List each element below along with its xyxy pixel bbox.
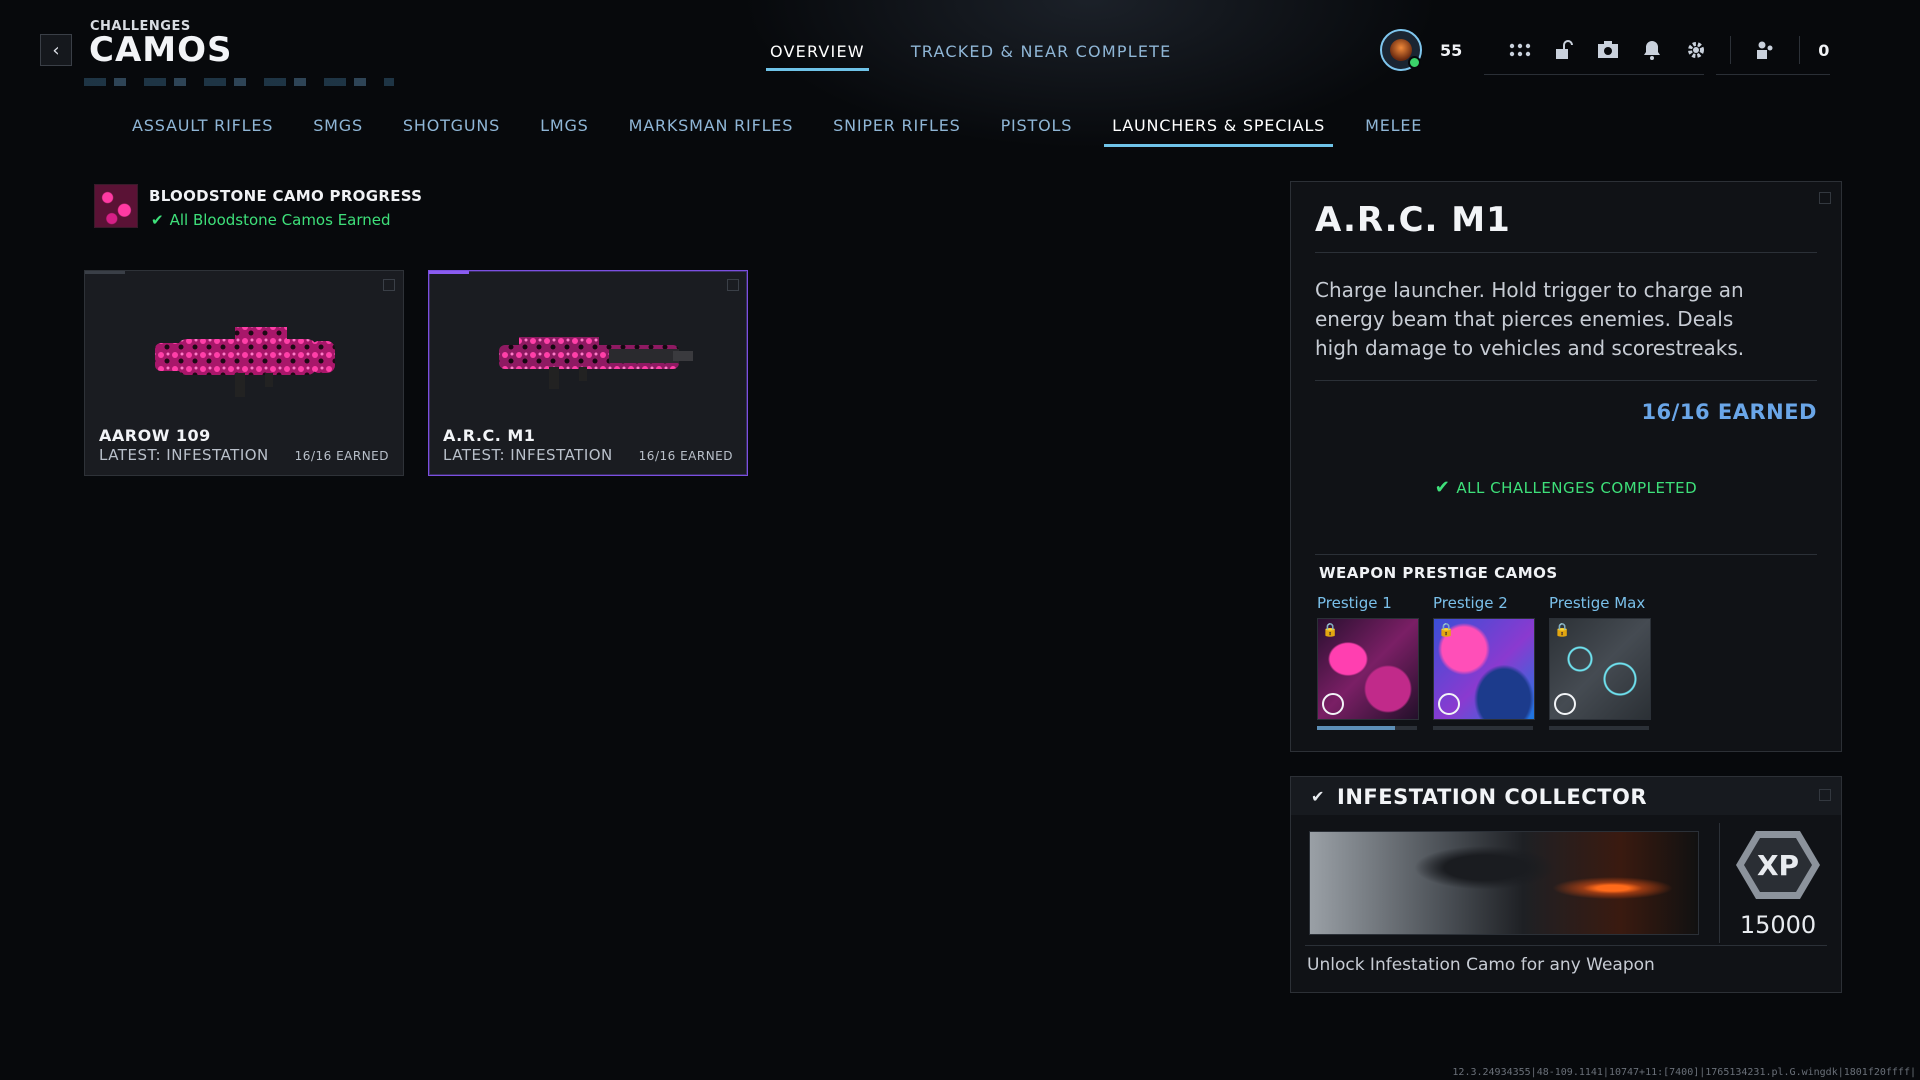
hud-divider	[1799, 36, 1801, 64]
prestige-progress-fill	[1317, 726, 1395, 730]
build-info: 12.3.24934355|48-109.1141|10747+11:[7400…	[1452, 1067, 1916, 1078]
prestige-camo-item[interactable]: Prestige 2 🔒	[1433, 594, 1535, 730]
prestige-badge-icon	[1554, 693, 1576, 715]
bloodstone-camo-icon	[94, 184, 138, 228]
card-corner-icon	[383, 279, 395, 291]
weapon-detail-panel: A.R.C. M1 Charge launcher. Hold trigger …	[1290, 181, 1842, 752]
checkmark-icon: ✔	[1434, 477, 1451, 498]
divider	[1315, 554, 1817, 555]
title-glitch-decoration	[84, 78, 394, 86]
player-hud: 55 0	[1380, 28, 1829, 72]
avatar[interactable]	[1380, 29, 1422, 71]
card-accent-bar	[85, 271, 125, 274]
xp-label: XP	[1757, 849, 1799, 882]
prestige-camo-label: Prestige Max	[1549, 594, 1646, 612]
divider	[1305, 945, 1827, 946]
prestige-camo-thumbnail: 🔒	[1549, 618, 1651, 720]
card-accent-bar	[429, 271, 469, 274]
camera-icon[interactable]	[1596, 38, 1620, 62]
online-status-icon	[1408, 56, 1421, 69]
lock-icon: 🔒	[1438, 623, 1455, 638]
tab-sniper-rifles[interactable]: SNIPER RIFLES	[823, 112, 970, 147]
tab-tracked-near-complete[interactable]: TRACKED & NEAR COMPLETE	[901, 38, 1182, 71]
hud-divider	[1730, 36, 1732, 64]
grid-menu-icon[interactable]	[1508, 38, 1532, 62]
top-tabs: OVERVIEW TRACKED & NEAR COMPLETE	[760, 38, 1181, 71]
infestation-camo-preview	[1309, 831, 1699, 935]
tab-lmgs[interactable]: LMGS	[530, 112, 598, 147]
camo-progress-status: ✔ All Bloodstone Camos Earned	[151, 211, 391, 229]
xp-badge-icon: XP	[1736, 831, 1820, 899]
divider	[1719, 823, 1720, 943]
camo-progress-status-text: All Bloodstone Camos Earned	[169, 211, 391, 229]
tab-melee[interactable]: MELEE	[1355, 112, 1432, 147]
prestige-progress-bar	[1433, 726, 1533, 730]
tab-marksman-rifles[interactable]: MARKSMAN RIFLES	[619, 112, 804, 147]
prestige-camo-list: Prestige 1 🔒 Prestige 2 🔒 Prestige Max 🔒	[1317, 594, 1651, 730]
weapon-card-aarow-109[interactable]: AAROW 109 LATEST: INFESTATION 16/16 EARN…	[84, 270, 404, 476]
launcher-weapon-image	[155, 327, 335, 397]
tab-launchers-specials[interactable]: LAUNCHERS & SPECIALS	[1102, 112, 1335, 147]
weapon-card-arc-m1[interactable]: A.R.C. M1 LATEST: INFESTATION 16/16 EARN…	[428, 270, 748, 476]
panel-corner-icon	[1819, 192, 1831, 204]
tab-smgs[interactable]: SMGS	[303, 112, 373, 147]
currency-count: 0	[1818, 40, 1830, 60]
weapon-detail-title: A.R.C. M1	[1315, 200, 1511, 240]
page-title: CAMOS	[89, 30, 233, 70]
challenges-completed: ✔ ALL CHALLENGES COMPLETED	[1291, 477, 1841, 498]
collector-description: Unlock Infestation Camo for any Weapon	[1307, 955, 1655, 975]
collector-header: ✔ INFESTATION COLLECTOR	[1291, 777, 1841, 815]
prestige-camo-thumbnail: 🔒	[1433, 618, 1535, 720]
collector-challenge-panel[interactable]: ✔ INFESTATION COLLECTOR XP 15000 Unlock …	[1290, 776, 1842, 993]
camo-progress-title: BLOODSTONE CAMO PROGRESS	[149, 187, 423, 205]
lock-icon: 🔒	[1322, 623, 1339, 638]
prestige-progress-bar	[1317, 726, 1417, 730]
card-corner-icon	[727, 279, 739, 291]
prestige-progress-bar	[1549, 726, 1649, 730]
weapon-name: A.R.C. M1	[443, 426, 536, 445]
checkmark-icon: ✔	[1311, 787, 1325, 806]
weapon-latest-camo: LATEST: INFESTATION	[99, 446, 269, 464]
prestige-camos-header: WEAPON PRESTIGE CAMOS	[1319, 564, 1558, 582]
divider	[1315, 252, 1817, 253]
launcher-weapon-image	[499, 337, 693, 389]
chevron-left-icon: ‹	[52, 39, 60, 61]
category-tabs: ASSAULT RIFLES SMGS SHOTGUNS LMGS MARKSM…	[122, 112, 1452, 147]
panel-corner-icon	[1819, 789, 1831, 801]
tab-overview[interactable]: OVERVIEW	[760, 38, 875, 71]
xp-reward-value: 15000	[1739, 911, 1817, 939]
unlock-icon[interactable]	[1552, 38, 1576, 62]
divider	[1315, 380, 1817, 381]
back-button[interactable]: ‹	[40, 34, 72, 66]
prestige-badge-icon	[1438, 693, 1460, 715]
gear-icon[interactable]	[1684, 38, 1708, 62]
collector-title: INFESTATION COLLECTOR	[1337, 785, 1648, 809]
lock-icon: 🔒	[1554, 623, 1571, 638]
prestige-camo-thumbnail: 🔒	[1317, 618, 1419, 720]
prestige-badge-icon	[1322, 693, 1344, 715]
weapon-earned-count: 16/16 EARNED	[294, 449, 389, 463]
prestige-camo-label: Prestige 1	[1317, 594, 1392, 612]
tab-pistols[interactable]: PISTOLS	[991, 112, 1083, 147]
player-level: 55	[1440, 40, 1463, 60]
hud-underline	[1716, 74, 1830, 75]
challenges-completed-text: ALL CHALLENGES COMPLETED	[1456, 479, 1698, 497]
weapon-name: AAROW 109	[99, 426, 211, 445]
tab-shotguns[interactable]: SHOTGUNS	[393, 112, 510, 147]
weapon-earned-total: 16/16 EARNED	[1641, 400, 1817, 424]
checkmark-icon: ✔	[151, 211, 164, 229]
social-icon[interactable]	[1753, 38, 1777, 62]
prestige-camo-item[interactable]: Prestige 1 🔒	[1317, 594, 1419, 730]
weapon-description: Charge launcher. Hold trigger to charge …	[1315, 278, 1745, 360]
prestige-camo-item[interactable]: Prestige Max 🔒	[1549, 594, 1651, 730]
weapon-earned-count: 16/16 EARNED	[638, 449, 733, 463]
weapon-latest-camo: LATEST: INFESTATION	[443, 446, 613, 464]
prestige-camo-label: Prestige 2	[1433, 594, 1508, 612]
tab-assault-rifles[interactable]: ASSAULT RIFLES	[122, 112, 283, 147]
bell-icon[interactable]	[1640, 38, 1664, 62]
hud-underline	[1484, 74, 1704, 75]
